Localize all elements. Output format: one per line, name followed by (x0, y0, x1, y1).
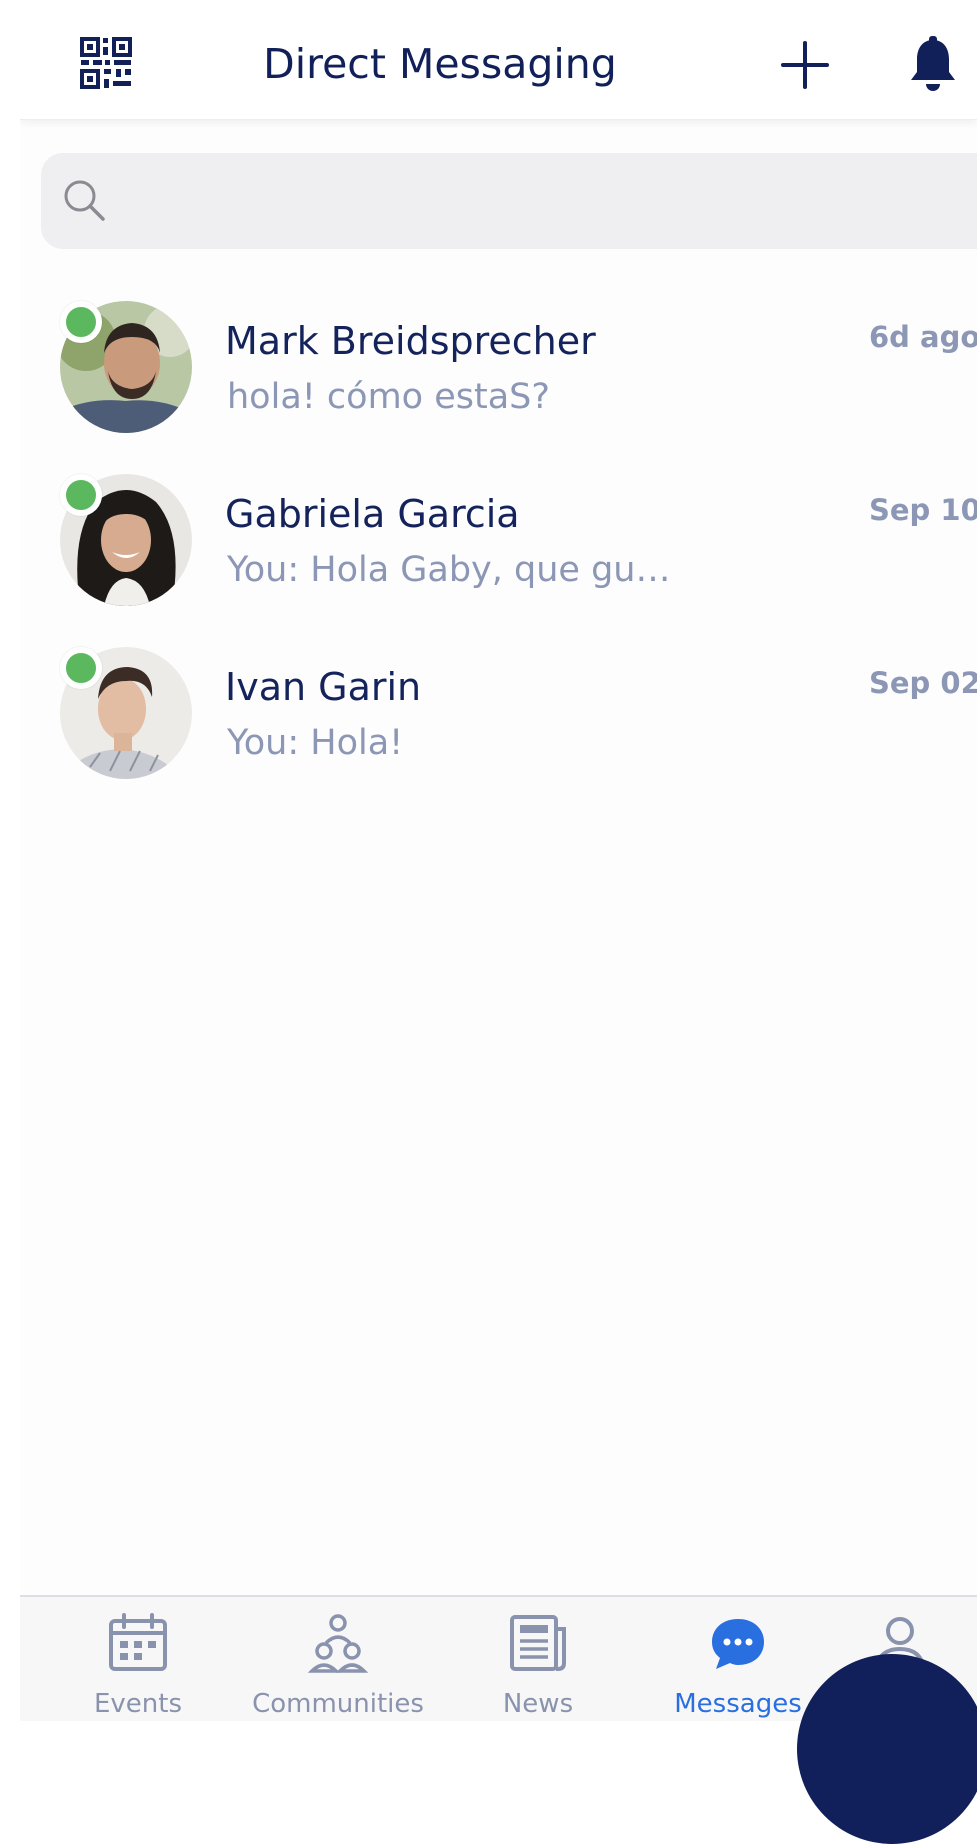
tab-events[interactable]: Events (48, 1597, 228, 1721)
people-icon (306, 1611, 370, 1675)
plus-icon[interactable] (780, 40, 830, 90)
message-preview: You: Hola Gaby, que gu… (227, 550, 671, 590)
contact-name: Ivan Garin (225, 665, 422, 709)
tab-messages[interactable]: Messages (648, 1597, 828, 1721)
online-status-dot (60, 474, 102, 516)
contact-name: Gabriela Garcia (225, 492, 520, 536)
calendar-icon (106, 1611, 170, 1675)
page-title: Direct Messaging (263, 40, 617, 88)
message-timestamp: Sep 02 (869, 666, 977, 700)
tab-label: Events (93, 1689, 183, 1719)
app-frame: Direct Messaging Mark Breidsprecher hola… (20, 10, 977, 1721)
qr-code-icon[interactable] (78, 35, 134, 91)
online-status-dot (60, 301, 102, 343)
message-timestamp: 6d ago (869, 320, 977, 354)
tab-communities[interactable]: Communities (248, 1597, 428, 1721)
tab-label: News (502, 1689, 574, 1719)
top-header: Direct Messaging (20, 10, 977, 120)
floating-action-button[interactable] (797, 1654, 977, 1844)
message-timestamp: Sep 10 (869, 493, 977, 527)
online-status-dot (60, 647, 102, 689)
conversation-item-mark[interactable]: Mark Breidsprecher hola! cómo estaS? 6d … (20, 287, 977, 437)
bell-icon[interactable] (907, 36, 959, 94)
message-preview: hola! cómo estaS? (227, 377, 550, 417)
tab-label: Communities (252, 1689, 424, 1719)
tab-news[interactable]: News (448, 1597, 628, 1721)
search-bar[interactable] (41, 153, 977, 249)
chat-bubble-icon (706, 1611, 770, 1675)
message-preview: You: Hola! (227, 723, 404, 763)
conversation-item-ivan[interactable]: Ivan Garin You: Hola! Sep 02 (20, 633, 977, 783)
search-icon (61, 177, 107, 223)
tab-label: Messages (674, 1689, 802, 1719)
contact-name: Mark Breidsprecher (225, 319, 596, 363)
conversation-item-gabriela[interactable]: Gabriela Garcia You: Hola Gaby, que gu… … (20, 460, 977, 610)
newspaper-icon (506, 1611, 570, 1675)
search-input[interactable] (111, 173, 965, 231)
